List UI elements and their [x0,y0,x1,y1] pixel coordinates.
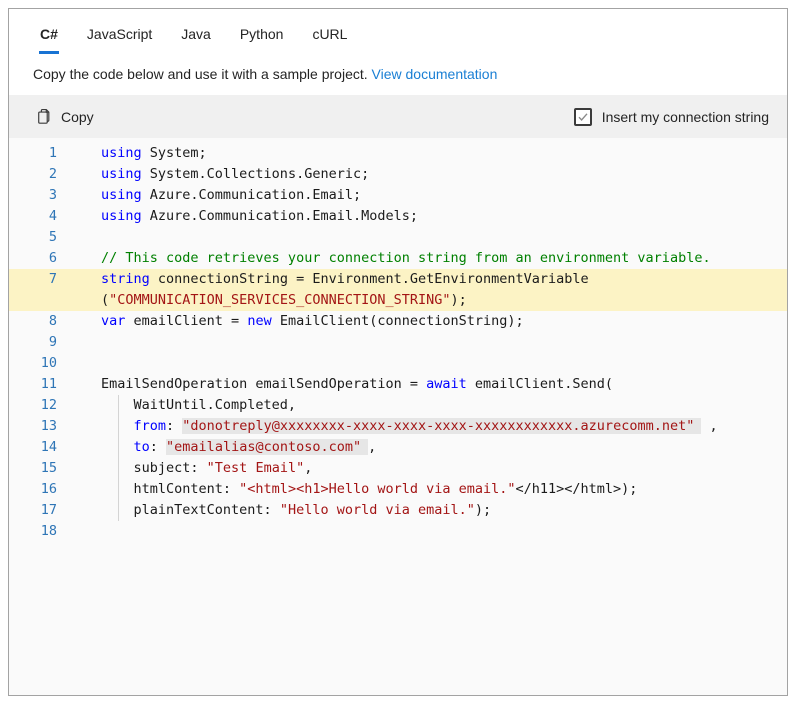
code-line: 14 to: "emailalias@contoso.com", [9,437,787,458]
tab-java[interactable]: Java [180,24,212,54]
code-editor[interactable]: 1 using System; 2 using System.Collections.… [9,138,787,695]
copy-icon [35,108,52,125]
code-text-row: using Azure.Communication.Email; [101,185,361,206]
code-line: 12 WaitUntil.Completed, [9,395,787,416]
insert-connection-string-toggle[interactable]: Insert my connection string [574,108,769,126]
line-number: 17 [9,500,57,521]
copy-button[interactable]: Copy [35,108,94,125]
view-documentation-link[interactable]: View documentation [372,66,498,82]
code-line: 4 using Azure.Communication.Email.Models; [9,206,787,227]
code-toolbar: Copy Insert my connection string [9,95,787,138]
code-text-row: plainTextContent: "Hello world via email… [101,500,491,521]
code-text-row: using System; [101,143,207,164]
code-line: 13 from: "donotreply@xxxxxxxx-xxxx-xxxx-… [9,416,787,437]
line-number: 13 [9,416,57,437]
code-line: 15 subject: "Test Email", [9,458,787,479]
code-text-row: // This code retrieves your connection s… [101,248,711,269]
line-number: 18 [9,521,57,542]
line-number: 3 [9,185,57,206]
code-text-row: ("COMMUNICATION_SERVICES_CONNECTION_STRI… [101,290,589,311]
code-text-row: EmailSendOperation emailSendOperation = … [101,374,613,395]
copy-button-label: Copy [61,109,94,125]
line-number: 10 [9,353,57,374]
code-line: 17 plainTextContent: "Hello world via em… [9,500,787,521]
line-number: 2 [9,164,57,185]
line-number: 8 [9,311,57,332]
code-text-row: to: "emailalias@contoso.com", [101,437,376,458]
code-text-row: subject: "Test Email", [101,458,312,479]
insert-connection-string-label: Insert my connection string [602,109,769,125]
line-number: 16 [9,479,57,500]
line-number: 4 [9,206,57,227]
line-number: 11 [9,374,57,395]
code-text-row: string connectionString = Environment.Ge… [101,269,589,290]
code-text-row: from: "donotreply@xxxxxxxx-xxxx-xxxx-xxx… [101,416,718,437]
code-line: 3 using Azure.Communication.Email; [9,185,787,206]
tab-c[interactable]: C# [39,24,59,54]
tab-curl[interactable]: cURL [311,24,348,54]
code-line: 11 EmailSendOperation emailSendOperation … [9,374,787,395]
code-line: 8 var emailClient = new EmailClient(conne… [9,311,787,332]
code-text-row: htmlContent: "<html><h1>Hello world via … [101,479,637,500]
tab-javascript[interactable]: JavaScript [86,24,153,54]
line-number: 6 [9,248,57,269]
tab-python[interactable]: Python [239,24,285,54]
code-line: 6 // This code retrieves your connection … [9,248,787,269]
line-number: 15 [9,458,57,479]
description: Copy the code below and use it with a sa… [9,54,787,95]
line-number: 1 [9,143,57,164]
code-text-row: using Azure.Communication.Email.Models; [101,206,418,227]
code-text-row: var emailClient = new EmailClient(connec… [101,311,524,332]
code-line: 18 [9,521,787,542]
code-line: 1 using System; [9,143,787,164]
line-number: 5 [9,227,57,248]
line-number: 14 [9,437,57,458]
line-number: 7 [9,269,57,311]
code-line: 16 htmlContent: "<html><h1>Hello world v… [9,479,787,500]
code-text-row: WaitUntil.Completed, [101,395,296,416]
tab-list: C# JavaScript Java Python cURL [9,9,787,54]
insert-connection-string-checkbox[interactable] [574,108,592,126]
code-line: 9 [9,332,787,353]
code-line: 2 using System.Collections.Generic; [9,164,787,185]
code-line: 10 [9,353,787,374]
description-text: Copy the code below and use it with a sa… [33,66,372,82]
line-number: 12 [9,395,57,416]
code-line: 5 [9,227,787,248]
code-line: 7 string connectionString = Environment.G… [9,269,787,311]
code-sample-panel: C# JavaScript Java Python cURL Copy the code… [8,8,788,696]
code-text-row: using System.Collections.Generic; [101,164,369,185]
line-number: 9 [9,332,57,353]
